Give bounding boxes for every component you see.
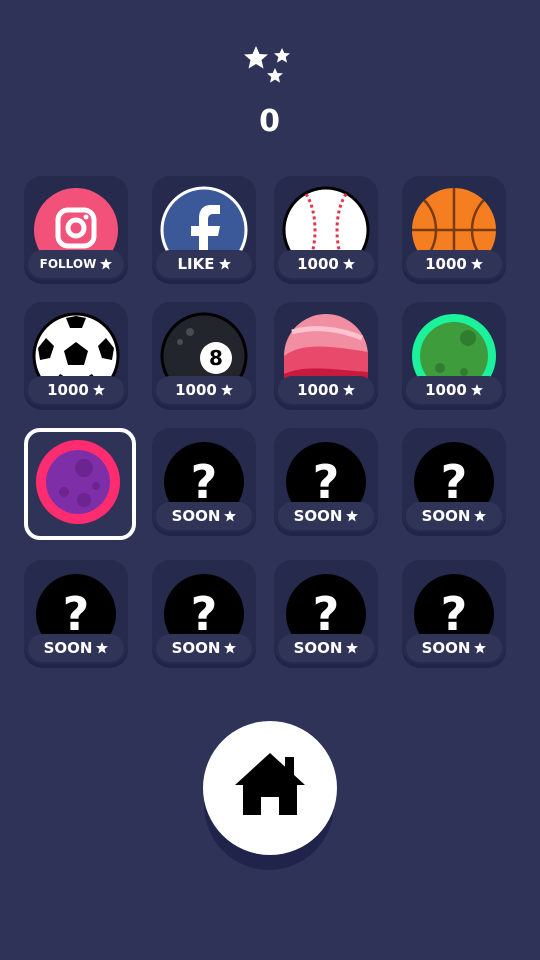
svg-text:8: 8 [209,346,223,370]
star-icon [100,258,113,270]
star-icon [224,642,237,654]
price-label: SOON [421,507,471,525]
star-icon [96,642,109,654]
star-icon [92,384,105,396]
svg-text:?: ? [63,587,90,641]
price-label: 1000 [47,381,89,399]
ball-tile-locked[interactable]: ? SOON [152,560,256,664]
price-pill: SOON [406,634,502,662]
price-pill: 1000 [28,376,124,404]
home-icon [235,753,305,815]
star-icon [342,258,355,270]
price-label: 1000 [425,255,467,273]
ball-tile[interactable]: 8 1000 [152,302,256,406]
ball-tile-locked[interactable]: ? SOON [24,560,128,664]
price-pill: 1000 [278,376,374,404]
ball-tile-selected[interactable] [24,428,136,540]
price-pill: SOON [406,502,502,530]
price-label: SOON [293,507,343,525]
star-icon [474,510,487,522]
ball-tile[interactable]: 1000 [274,176,378,280]
star-icon [474,642,487,654]
ball-tile[interactable]: 1000 [274,302,378,406]
price-label: 1000 [297,255,339,273]
price-pill: SOON [156,502,252,530]
ball-grid: FOLLOW LIKE 1000 1000 1000 8 1000 1000 10… [0,0,540,700]
ball-tile[interactable]: 1000 [402,176,506,280]
price-label: SOON [293,639,343,657]
price-label: LIKE [177,255,215,273]
price-label: 1000 [297,381,339,399]
price-pill: SOON [278,634,374,662]
price-pill: SOON [278,502,374,530]
star-icon [224,510,237,522]
price-pill: 1000 [406,250,502,278]
price-pill: 1000 [278,250,374,278]
price-label: 1000 [425,381,467,399]
ball-tile[interactable]: 1000 [402,302,506,406]
price-pill: LIKE [156,250,252,278]
price-label: SOON [43,639,93,657]
purple-moon-icon [36,440,120,524]
ball-tile-locked[interactable]: ? SOON [402,428,506,532]
star-icon [470,384,483,396]
star-icon [470,258,483,270]
price-pill: SOON [156,634,252,662]
star-icon [220,384,233,396]
price-pill: 1000 [406,376,502,404]
star-icon [346,510,359,522]
svg-text:?: ? [441,455,468,509]
ball-tile-locked[interactable]: ? SOON [402,560,506,664]
price-pill: 1000 [156,376,252,404]
svg-text:?: ? [313,587,340,641]
price-label: FOLLOW [39,257,97,271]
svg-text:?: ? [191,587,218,641]
star-icon [342,384,355,396]
star-icon [346,642,359,654]
ball-tile[interactable]: FOLLOW [24,176,128,280]
price-label: SOON [171,507,221,525]
price-label: 1000 [175,381,217,399]
price-pill: FOLLOW [28,250,124,278]
svg-text:?: ? [313,455,340,509]
svg-text:?: ? [191,455,218,509]
price-label: SOON [421,639,471,657]
home-button[interactable] [203,721,337,855]
ball-tile[interactable]: 1000 [24,302,128,406]
svg-text:?: ? [441,587,468,641]
ball-tile-locked[interactable]: ? SOON [274,428,378,532]
ball-tile-locked[interactable]: ? SOON [274,560,378,664]
price-label: SOON [171,639,221,657]
price-pill: SOON [28,634,124,662]
star-icon [218,258,231,270]
ball-tile-locked[interactable]: ? SOON [152,428,256,532]
ball-tile[interactable]: LIKE [152,176,256,280]
